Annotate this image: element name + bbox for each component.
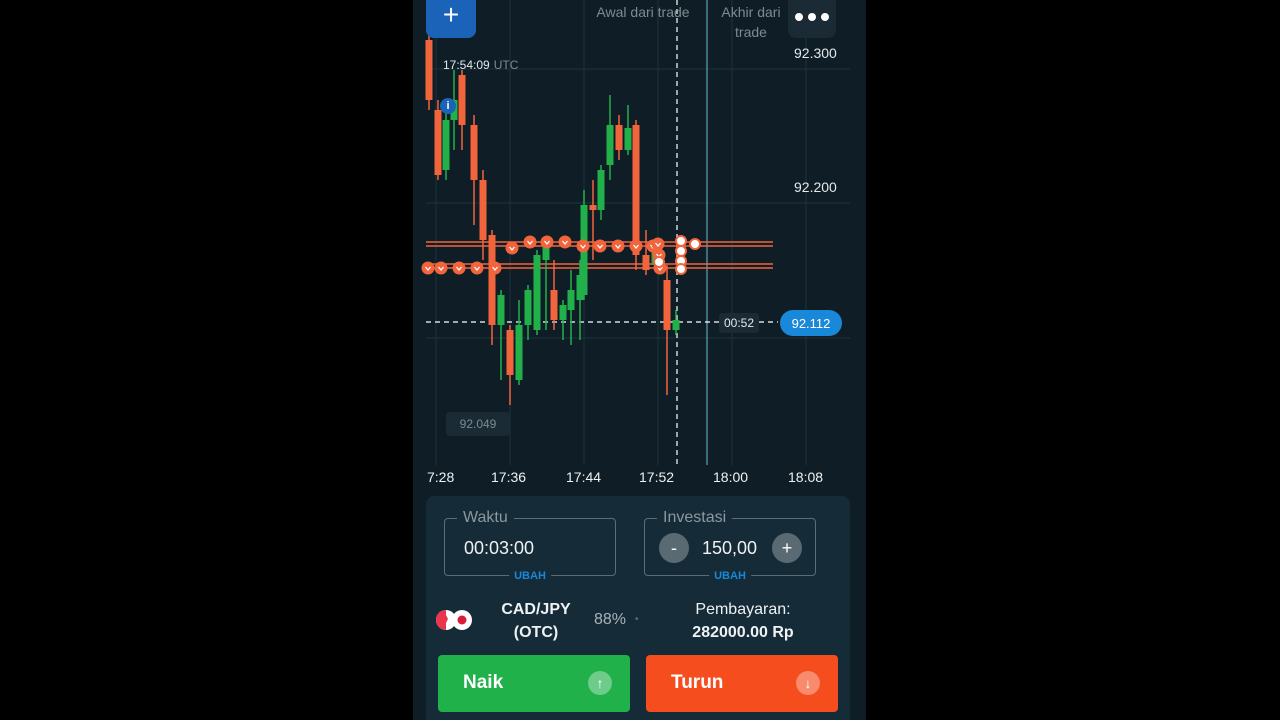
candle-body [442,120,450,170]
cad-jpy-flag-icon [436,610,472,630]
trade-panel: Waktu 00:03:00 UBAH Investasi - 150,00 +… [426,496,850,720]
more-dot-icon [821,13,829,21]
arrow-up-icon: ↑ [588,671,612,695]
candle-body [615,125,623,150]
more-dot-icon [795,13,803,21]
increase-investment-button[interactable]: + [772,533,802,563]
more-dot-icon [808,13,816,21]
arrow-down-icon: ↓ [796,671,820,695]
candle-body [479,180,487,240]
candle-body [589,205,597,210]
candle-body [672,320,680,330]
separator-dot: • [635,614,639,625]
asset-selector[interactable]: CAD/JPY (OTC) [486,598,586,644]
plus-icon: + [442,0,460,30]
investment-change-link[interactable]: UBAH [709,570,751,582]
duration-change-link[interactable]: UBAH [509,570,551,582]
min-price-badge: 92.049 [446,412,510,436]
duration-field[interactable]: Waktu 00:03:00 UBAH [444,508,616,582]
candle-body [515,325,523,380]
decrease-investment-button[interactable]: - [659,533,689,563]
candle-body [458,75,466,125]
payout-percent: 88% [594,611,627,628]
trade-marker [593,239,607,253]
trade-marker [523,235,537,249]
trade-marker [651,237,665,251]
pending-trade-marker [675,245,687,257]
candle-body [642,255,650,270]
candle-body [497,295,505,325]
candle-body [606,125,614,165]
trade-marker [434,261,448,275]
candle-body [567,290,575,310]
up-button[interactable]: Naik ↑ [438,655,630,712]
trade-marker [558,235,572,249]
duration-label: Waktu [457,508,514,528]
pending-trade-marker [675,263,687,275]
payout-info: Pembayaran: 282000.00 Rp [658,598,828,644]
candle-body [550,290,558,320]
current-price-badge: 92.112 [780,310,842,336]
trade-marker [470,261,484,275]
investment-field[interactable]: Investasi - 150,00 + UBAH [644,508,816,582]
investment-label: Investasi [657,508,733,528]
trade-marker [629,239,643,253]
trade-marker [452,261,466,275]
price-axis-label: 92.300 [794,45,837,61]
trade-marker [421,261,435,275]
candle-body [624,128,632,150]
candle-body [425,40,433,100]
pending-trade-marker [653,256,665,268]
payout-label: Pembayaran: [695,601,791,618]
trade-start-label: Awal dari trade [596,4,690,20]
down-button[interactable]: Turun ↓ [646,655,838,712]
candle-body [470,125,478,180]
candle-body [559,305,567,320]
up-button-label: Naik [463,672,504,693]
trading-app: + Awal dari trade Akhir dari trade 92.30… [413,0,866,720]
investment-value[interactable]: 150,00 [702,537,757,559]
pending-trade-marker [689,238,701,250]
time-axis-label: 17:52 [639,469,675,485]
time-axis-label: 18:00 [713,469,749,485]
server-clock: 17:54:09 UTC [443,58,518,72]
candle-body [597,170,605,210]
pending-trade-marker [675,235,687,247]
time-axis-label: 17:36 [491,469,527,485]
payout-amount: 282000.00 Rp [692,624,794,641]
timezone-label: UTC [493,58,519,72]
time-axis-label: 17:44 [566,469,602,485]
countdown-badge: 00:52 [719,313,759,333]
time-axis-label: 18:08 [788,469,824,485]
candle-body [506,330,514,375]
trade-marker [505,241,519,255]
duration-value[interactable]: 00:03:00 [464,537,534,559]
trade-marker [540,235,554,249]
price-axis-label: 92.200 [794,179,837,195]
server-time: 17:54:09 [443,58,490,72]
candle-body [434,110,442,175]
trade-marker [576,239,590,253]
down-button-label: Turun [671,672,724,693]
candle-body [663,280,671,330]
trade-marker [488,261,502,275]
candle-body [533,255,541,330]
trade-end-label: Akhir dari trade [721,4,781,40]
add-chart-button[interactable]: + [426,0,476,38]
more-menu-button[interactable] [788,0,836,38]
candle-body [524,290,532,325]
trade-marker [611,239,625,253]
info-icon[interactable]: i [440,98,456,114]
candle-body [632,125,640,255]
candle-body [488,235,496,325]
time-axis-label: 7:28 [427,469,455,485]
